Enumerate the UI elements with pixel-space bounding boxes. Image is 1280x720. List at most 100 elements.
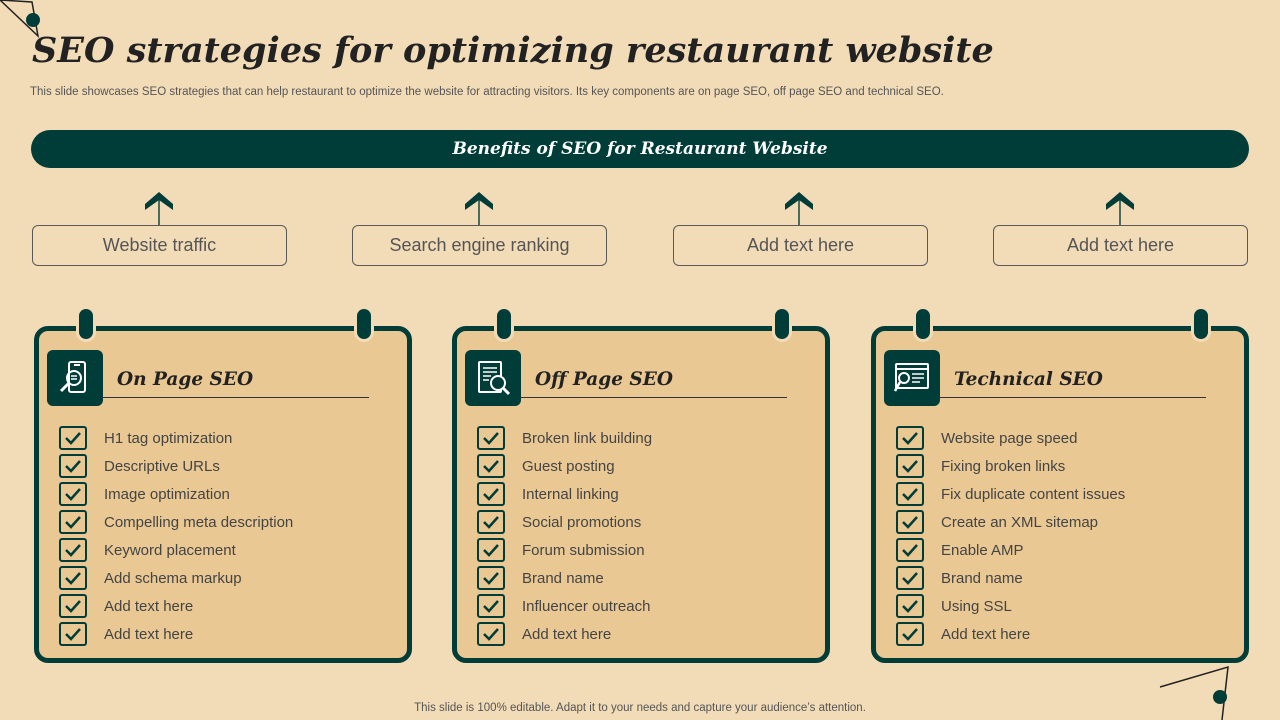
browser-seo-icon	[884, 350, 940, 406]
card-on-page-seo: On Page SEO H1 tag optimization Descript…	[34, 309, 412, 663]
list-item: Brand name	[896, 564, 1125, 592]
list-item-label: Fix duplicate content issues	[941, 485, 1126, 503]
list-item-label: Broken link building	[522, 429, 653, 447]
checkbox-checked-icon	[477, 482, 505, 506]
benefit-box: Add text here	[673, 225, 928, 266]
checkbox-checked-icon	[896, 594, 924, 618]
divider	[103, 397, 369, 398]
list-item-label: Using SSL	[941, 597, 1012, 615]
list-item-label: Keyword placement	[104, 541, 236, 559]
checkbox-checked-icon	[59, 566, 87, 590]
card-pin	[357, 309, 371, 339]
list-item-label: Add schema markup	[104, 569, 242, 587]
list-item-label: Add text here	[941, 625, 1031, 643]
page-title: SEO strategies for optimizing restaurant…	[32, 30, 994, 71]
list-item: Fix duplicate content issues	[896, 480, 1125, 508]
checkbox-checked-icon	[477, 454, 505, 478]
checkbox-checked-icon	[896, 426, 924, 450]
list-item-label: Fixing broken links	[941, 457, 1066, 475]
list-item: Internal linking	[477, 480, 652, 508]
list-item: Add text here	[477, 620, 652, 648]
divider	[940, 397, 1206, 398]
checklist: H1 tag optimization Descriptive URLs Ima…	[59, 424, 293, 648]
up-arrow-icon	[145, 192, 173, 226]
list-item: Enable AMP	[896, 536, 1125, 564]
list-item: Broken link building	[477, 424, 652, 452]
divider	[521, 397, 787, 398]
list-item-label: Brand name	[522, 569, 604, 587]
checkbox-checked-icon	[477, 566, 505, 590]
list-item: Descriptive URLs	[59, 452, 293, 480]
list-item: Fixing broken links	[896, 452, 1125, 480]
list-item: Website page speed	[896, 424, 1125, 452]
list-item-label: Add text here	[104, 625, 194, 643]
benefit-box: Search engine ranking	[352, 225, 607, 266]
card-title: Technical SEO	[954, 369, 1103, 390]
checkbox-checked-icon	[896, 482, 924, 506]
up-arrow-icon	[1106, 192, 1134, 226]
list-item-label: Social promotions	[522, 513, 642, 531]
checkbox-checked-icon	[896, 454, 924, 478]
card-pin	[1194, 309, 1208, 339]
up-arrow-icon	[785, 192, 813, 226]
list-item-label: Add text here	[522, 625, 612, 643]
benefit-box: Website traffic	[32, 225, 287, 266]
benefits-banner: Benefits of SEO for Restaurant Website	[31, 130, 1249, 168]
list-item-label: Descriptive URLs	[104, 457, 220, 475]
list-item-label: H1 tag optimization	[104, 429, 233, 447]
list-item-label: Enable AMP	[941, 541, 1024, 559]
checkbox-checked-icon	[59, 510, 87, 534]
card-pin	[775, 309, 789, 339]
list-item: Add text here	[59, 620, 293, 648]
checkbox-checked-icon	[59, 482, 87, 506]
card-off-page-seo: Off Page SEO Broken link building Guest …	[452, 309, 830, 663]
list-item-label: Internal linking	[522, 485, 619, 503]
list-item: Guest posting	[477, 452, 652, 480]
list-item: Using SSL	[896, 592, 1125, 620]
up-arrow-icon	[465, 192, 493, 226]
checkbox-checked-icon	[59, 538, 87, 562]
checkbox-checked-icon	[896, 538, 924, 562]
card-title: On Page SEO	[117, 369, 254, 390]
card-pin	[497, 309, 511, 339]
benefit-box: Add text here	[993, 225, 1248, 266]
list-item: Keyword placement	[59, 536, 293, 564]
checkbox-checked-icon	[59, 622, 87, 646]
list-item: Image optimization	[59, 480, 293, 508]
checkbox-checked-icon	[896, 622, 924, 646]
list-item-label: Add text here	[104, 597, 194, 615]
list-item: H1 tag optimization	[59, 424, 293, 452]
mobile-search-icon	[47, 350, 103, 406]
checkbox-checked-icon	[59, 594, 87, 618]
checklist: Broken link building Guest posting Inter…	[477, 424, 652, 648]
list-item: Forum submission	[477, 536, 652, 564]
checkbox-checked-icon	[896, 510, 924, 534]
checklist: Website page speed Fixing broken links F…	[896, 424, 1125, 648]
list-item: Brand name	[477, 564, 652, 592]
list-item: Influencer outreach	[477, 592, 652, 620]
list-item-label: Create an XML sitemap	[941, 513, 1099, 531]
list-item-label: Brand name	[941, 569, 1023, 587]
list-item-label: Compelling meta description	[104, 513, 294, 531]
list-item-label: Guest posting	[522, 457, 615, 475]
footer-note: This slide is 100% editable. Adapt it to…	[414, 702, 866, 714]
document-search-icon	[465, 350, 521, 406]
card-title: Off Page SEO	[535, 369, 673, 390]
checkbox-checked-icon	[477, 510, 505, 534]
list-item-label: Influencer outreach	[522, 597, 651, 615]
page-subtitle: This slide showcases SEO strategies that…	[30, 86, 944, 98]
list-item: Add text here	[59, 592, 293, 620]
list-item-label: Website page speed	[941, 429, 1078, 447]
checkbox-checked-icon	[59, 454, 87, 478]
checkbox-checked-icon	[477, 594, 505, 618]
checkbox-checked-icon	[477, 426, 505, 450]
card-pin	[916, 309, 930, 339]
card-pin	[79, 309, 93, 339]
list-item: Create an XML sitemap	[896, 508, 1125, 536]
checkbox-checked-icon	[477, 538, 505, 562]
list-item: Compelling meta description	[59, 508, 293, 536]
list-item-label: Image optimization	[104, 485, 230, 503]
card-technical-seo: Technical SEO Website page speed Fixing …	[871, 309, 1249, 663]
list-item-label: Forum submission	[522, 541, 645, 559]
list-item: Add schema markup	[59, 564, 293, 592]
